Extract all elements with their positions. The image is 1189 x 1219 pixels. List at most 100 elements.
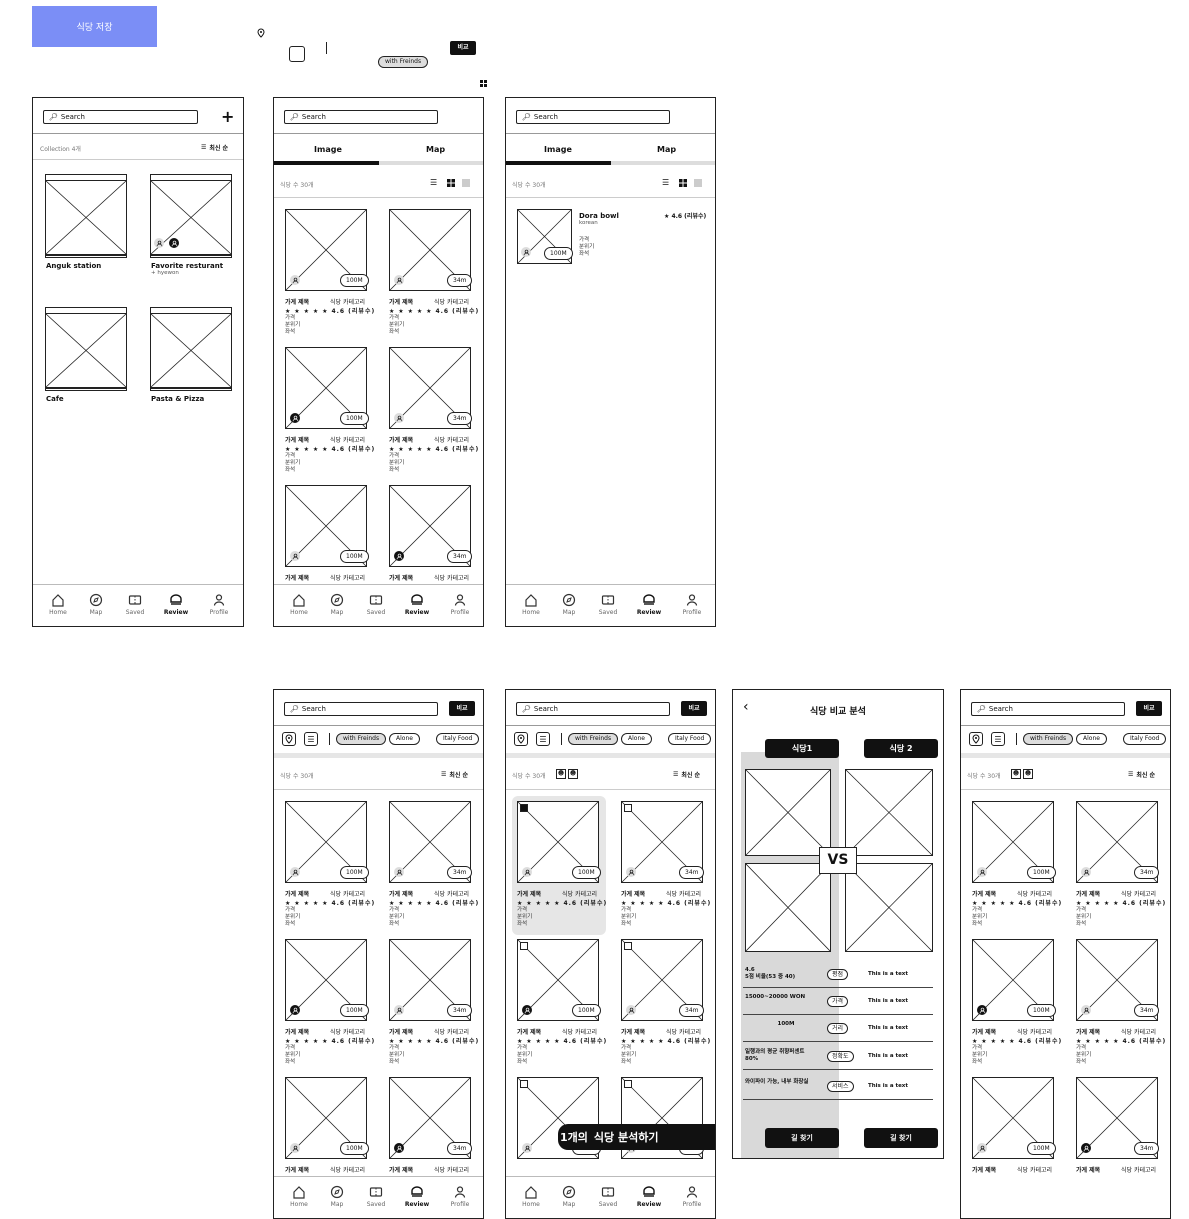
- route-button-right[interactable]: 길 찾기: [864, 1128, 938, 1148]
- compare-left-value: 4.6 5점 비율(53 중 40): [745, 967, 796, 980]
- chip-italy-food[interactable]: Italy Food: [1123, 733, 1167, 745]
- nav-item-home[interactable]: Home: [284, 593, 314, 616]
- tab-map[interactable]: Map: [657, 145, 676, 154]
- select-checkbox[interactable]: [624, 942, 632, 950]
- grid-view-icon[interactable]: [447, 179, 455, 189]
- chip-with-friends[interactable]: with Freinds: [378, 56, 429, 68]
- nav-item-profile[interactable]: Profile: [677, 1185, 707, 1208]
- nav-item-saved[interactable]: Saved: [120, 593, 150, 616]
- select-checkbox[interactable]: [520, 804, 528, 812]
- star-rating: ★ ★ ★ ★ ★ 4.6 (리뷰수): [517, 1038, 608, 1045]
- bottom-nav: Home Map Saved Review Profile: [506, 1176, 715, 1218]
- nav-item-review[interactable]: Review: [634, 1185, 664, 1208]
- distance-badge: 34m: [679, 1004, 705, 1017]
- restaurant-title: 가게 제목: [1076, 891, 1101, 898]
- filter-icon[interactable]: ☰: [536, 732, 550, 746]
- nav-item-map[interactable]: Map: [81, 593, 111, 616]
- select-checkbox[interactable]: [520, 942, 528, 950]
- nav-item-review[interactable]: Review: [161, 593, 191, 616]
- restaurant-meta: 가격 분위기 좌석: [389, 315, 405, 335]
- location-pin-icon[interactable]: [282, 732, 296, 746]
- filter-icon[interactable]: ☰: [430, 178, 437, 187]
- filter-icon[interactable]: ☰: [304, 732, 318, 746]
- sort-button[interactable]: ☰ 최신 순: [1128, 770, 1155, 779]
- nav-item-profile[interactable]: Profile: [445, 1185, 475, 1208]
- compare-criterion-pill: 서비스: [827, 1081, 854, 1092]
- restaurant-title: 가게 제목: [285, 891, 310, 898]
- nav-item-map[interactable]: Map: [554, 1185, 584, 1208]
- checkbox[interactable]: [289, 46, 305, 62]
- collection-thumbnail[interactable]: [150, 313, 232, 388]
- select-checkbox[interactable]: [624, 1080, 632, 1088]
- nav-item-review[interactable]: Review: [634, 593, 664, 616]
- nav-item-home[interactable]: Home: [516, 593, 546, 616]
- compare-button[interactable]: 비교: [449, 701, 475, 716]
- nav-item-home[interactable]: Home: [43, 593, 73, 616]
- tab-map[interactable]: Map: [426, 145, 445, 154]
- review-icon: [161, 593, 191, 607]
- sort-button[interactable]: ☰ 최신 순: [673, 770, 700, 779]
- location-pin-icon[interactable]: [514, 732, 528, 746]
- nav-item-map[interactable]: Map: [322, 1185, 352, 1208]
- search-input[interactable]: 🔎︎ Search: [284, 702, 438, 716]
- chip-italy-food[interactable]: Italy Food: [436, 733, 480, 745]
- list-view-icon[interactable]: [462, 179, 470, 189]
- chip-alone[interactable]: Alone: [1076, 733, 1107, 745]
- compare-badge[interactable]: 비교: [450, 41, 476, 55]
- save-restaurant-button[interactable]: 식당 저장: [32, 6, 157, 47]
- avatar: [977, 1005, 987, 1015]
- route-button-left[interactable]: 길 찾기: [765, 1128, 839, 1148]
- nav-item-saved[interactable]: Saved: [593, 1185, 623, 1208]
- chip-alone[interactable]: Alone: [621, 733, 652, 745]
- select-checkbox[interactable]: [520, 1080, 528, 1088]
- chip-italy-food[interactable]: Italy Food: [668, 733, 712, 745]
- nav-item-saved[interactable]: Saved: [361, 1185, 391, 1208]
- nav-item-profile[interactable]: Profile: [204, 593, 234, 616]
- nav-item-map[interactable]: Map: [554, 593, 584, 616]
- list-view-icon[interactable]: [694, 179, 702, 189]
- tab-image[interactable]: Image: [314, 145, 342, 154]
- select-checkbox[interactable]: [624, 804, 632, 812]
- chip-with-friends[interactable]: with Freinds: [1023, 733, 1074, 745]
- collection-thumbnail[interactable]: [45, 180, 127, 255]
- analyze-selection-bar[interactable]: 1개의 식당 분석하기: [558, 1124, 715, 1150]
- nav-item-map[interactable]: Map: [322, 593, 352, 616]
- sort-button[interactable]: ☰ 최신 순: [441, 770, 468, 779]
- star-rating: ★ ★ ★ ★ ★ 4.6 (리뷰수): [285, 900, 376, 907]
- nav-item-review[interactable]: Review: [402, 1185, 432, 1208]
- sort-button[interactable]: ☰ 최신 순: [201, 143, 228, 152]
- tab-image[interactable]: Image: [544, 145, 572, 154]
- restaurant-title: 가게 제목: [517, 891, 542, 898]
- search-input[interactable]: 🔎︎ Search: [516, 110, 670, 124]
- nav-item-profile[interactable]: Profile: [677, 593, 707, 616]
- compare-button[interactable]: 비교: [681, 701, 707, 716]
- add-icon[interactable]: +: [221, 107, 234, 126]
- filter-icon[interactable]: ☰: [662, 178, 669, 187]
- chip-with-friends[interactable]: with Freinds: [336, 733, 387, 745]
- search-icon: 🔎︎: [290, 113, 299, 121]
- grid-view-icon[interactable]: [679, 179, 687, 189]
- nav-item-profile[interactable]: Profile: [445, 593, 475, 616]
- restaurant-2-tab[interactable]: 식당 2: [864, 739, 938, 758]
- collection-thumbnail[interactable]: [45, 313, 127, 388]
- avatar: [290, 413, 300, 423]
- search-input[interactable]: 🔎︎ Search: [43, 110, 198, 124]
- location-pin-icon[interactable]: [969, 732, 983, 746]
- nav-item-saved[interactable]: Saved: [361, 593, 391, 616]
- nav-item-home[interactable]: Home: [284, 1185, 314, 1208]
- restaurant-category: 식당 카테고리: [434, 299, 470, 306]
- star-rating: ★ ★ ★ ★ ★ 4.6 (리뷰수): [1076, 1038, 1167, 1045]
- rating: ★ 4.6 (리뷰수): [664, 213, 707, 220]
- home-icon: [516, 593, 546, 607]
- search-input[interactable]: 🔎︎ Search: [971, 702, 1125, 716]
- search-input[interactable]: 🔎︎ Search: [516, 702, 670, 716]
- chip-with-friends[interactable]: with Freinds: [568, 733, 619, 745]
- restaurant-1-tab[interactable]: 식당1: [765, 739, 839, 758]
- search-input[interactable]: 🔎︎ Search: [284, 110, 438, 124]
- nav-item-home[interactable]: Home: [516, 1185, 546, 1208]
- nav-item-saved[interactable]: Saved: [593, 593, 623, 616]
- compare-button[interactable]: 비교: [1136, 701, 1162, 716]
- filter-icon[interactable]: ☰: [991, 732, 1005, 746]
- nav-item-review[interactable]: Review: [402, 593, 432, 616]
- chip-alone[interactable]: Alone: [389, 733, 420, 745]
